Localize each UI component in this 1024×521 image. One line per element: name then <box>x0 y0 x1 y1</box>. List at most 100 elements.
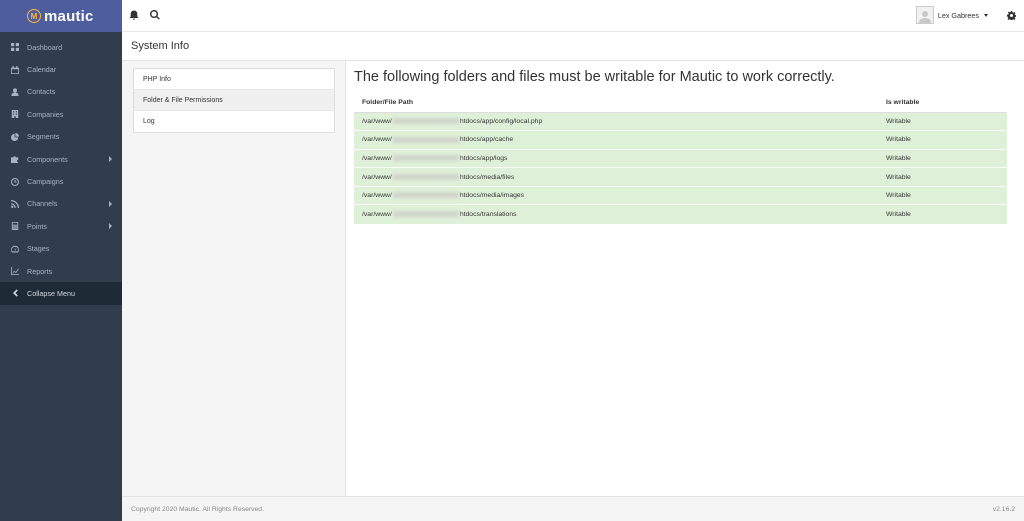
mautic-logo-icon: M <box>27 9 41 23</box>
sidebar-item-dashboard[interactable]: Dashboard <box>0 36 122 58</box>
sidebar-item-components[interactable]: Components <box>0 148 122 170</box>
collapse-menu-button[interactable]: Collapse Menu <box>0 282 122 305</box>
sidebar-item-label: Companies <box>27 109 64 119</box>
bell-icon[interactable] <box>129 10 139 20</box>
path-prefix: /var/www/ <box>362 136 392 144</box>
writable-status: Writable <box>878 185 1007 205</box>
sidebar-item-label: Reports <box>27 266 53 276</box>
path-cell: /var/www/htdocs/media/files <box>354 167 878 187</box>
sidebar-item-label: Points <box>27 221 47 231</box>
sidebar-item-calendar[interactable]: Calendar <box>0 58 122 80</box>
sidebar: M mautic Dashboard Calendar Contacts Com… <box>0 0 122 521</box>
tachometer-icon <box>10 244 20 254</box>
calculator-icon <box>10 221 20 231</box>
line-chart-icon <box>10 266 20 276</box>
tab-log[interactable]: Log <box>134 111 334 132</box>
sidebar-item-campaigns[interactable]: Campaigns <box>0 170 122 192</box>
chevron-right-icon <box>109 223 112 230</box>
brand-logo-link[interactable]: M mautic <box>0 0 122 32</box>
user-icon <box>10 87 20 97</box>
path-prefix: /var/www/ <box>362 173 392 181</box>
path-suffix: htdocs/translations <box>459 211 517 219</box>
sidebar-item-label: Contacts <box>27 87 56 97</box>
sidebar-item-label: Calendar <box>27 65 57 75</box>
path-cell: /var/www/htdocs/app/cache <box>354 130 878 150</box>
path-suffix: htdocs/app/config/local.php <box>459 117 543 125</box>
table-row: /var/www/htdocs/app/logs Writable <box>354 148 1007 168</box>
clock-icon <box>10 177 20 187</box>
collapse-menu-label: Collapse Menu <box>27 288 75 298</box>
main-nav: Dashboard Calendar Contacts Companies Se… <box>0 32 122 305</box>
permissions-panel: The following folders and files must be … <box>347 61 1024 496</box>
rss-icon <box>10 199 20 209</box>
path-prefix: /var/www/ <box>362 211 392 219</box>
path-suffix: htdocs/media/images <box>459 192 525 200</box>
sidebar-item-label: Segments <box>27 132 60 142</box>
chevron-right-icon <box>109 200 112 207</box>
table-row: /var/www/htdocs/translations Writable <box>354 204 1007 224</box>
permissions-table: Folder/File Path Is writable /var/www/ht… <box>354 94 1007 224</box>
path-suffix: htdocs/app/cache <box>459 136 514 144</box>
settings-sidebar: PHP Info Folder & File Permissions Log <box>122 61 346 496</box>
puzzle-icon <box>10 154 20 164</box>
sidebar-item-points[interactable]: Points <box>0 215 122 237</box>
redacted-domain <box>392 211 459 218</box>
path-prefix: /var/www/ <box>362 192 392 200</box>
sidebar-item-channels[interactable]: Channels <box>0 193 122 215</box>
user-name: Lex Gabrees <box>937 10 979 20</box>
sidebar-item-label: Campaigns <box>27 177 64 187</box>
path-prefix: /var/www/ <box>362 154 392 162</box>
section-heading: The following folders and files must be … <box>354 69 835 85</box>
version-text: v2.16.2 <box>992 505 1015 513</box>
copyright-text: Copyright 2020 Mautic. All Rights Reserv… <box>131 505 264 513</box>
writable-status: Writable <box>878 111 1007 131</box>
chevron-right-icon <box>109 155 112 162</box>
main-content: PHP Info Folder & File Permissions Log T… <box>122 61 1024 496</box>
sidebar-item-label: Components <box>27 154 68 164</box>
top-navbar: Lex Gabrees <box>122 0 1024 32</box>
table-header-row: Folder/File Path Is writable <box>354 94 1007 113</box>
system-info-tabs: PHP Info Folder & File Permissions Log <box>133 68 335 133</box>
redacted-domain <box>392 155 459 162</box>
redacted-domain <box>392 118 459 124</box>
writable-status: Writable <box>878 130 1007 150</box>
path-cell: /var/www/htdocs/media/images <box>354 185 878 205</box>
dashboard-icon <box>10 42 20 52</box>
table-row: /var/www/htdocs/media/files Writable <box>354 167 1007 187</box>
avatar <box>915 6 934 24</box>
footer: Copyright 2020 Mautic. All Rights Reserv… <box>122 496 1024 521</box>
path-cell: /var/www/htdocs/app/logs <box>354 148 878 168</box>
building-icon <box>10 109 20 119</box>
writable-status: Writable <box>878 204 1007 224</box>
sidebar-item-label: Channels <box>27 199 58 209</box>
calendar-icon <box>10 65 20 75</box>
chevron-left-icon <box>10 288 20 298</box>
page-title: System Info <box>131 40 190 52</box>
writable-status: Writable <box>878 167 1007 187</box>
redacted-domain <box>392 136 459 143</box>
sidebar-item-stages[interactable]: Stages <box>0 238 122 260</box>
redacted-domain <box>392 192 459 199</box>
pie-icon <box>10 132 20 142</box>
user-menu[interactable]: Lex Gabrees <box>915 6 988 24</box>
sidebar-item-companies[interactable]: Companies <box>0 103 122 125</box>
tab-php-info[interactable]: PHP Info <box>134 69 334 90</box>
sidebar-item-segments[interactable]: Segments <box>0 126 122 148</box>
sidebar-item-contacts[interactable]: Contacts <box>0 81 122 103</box>
table-row: /var/www/htdocs/app/cache Writable <box>354 130 1007 150</box>
sidebar-item-reports[interactable]: Reports <box>0 260 122 282</box>
page-header: System Info <box>122 32 1024 61</box>
path-suffix: htdocs/media/files <box>459 173 515 181</box>
table-row: /var/www/htdocs/media/images Writable <box>354 185 1007 205</box>
brand-name: mautic <box>44 7 94 25</box>
path-suffix: htdocs/app/logs <box>459 154 508 162</box>
tab-folder-file-permissions[interactable]: Folder & File Permissions <box>134 90 334 111</box>
gear-icon[interactable] <box>1007 11 1017 21</box>
path-prefix: /var/www/ <box>362 117 392 125</box>
caret-down-icon <box>984 13 988 17</box>
path-cell: /var/www/htdocs/app/config/local.php <box>354 111 878 131</box>
column-header-path: Folder/File Path <box>354 94 878 113</box>
search-icon[interactable] <box>150 9 160 20</box>
sidebar-item-label: Stages <box>27 244 50 254</box>
sidebar-item-label: Dashboard <box>27 42 63 52</box>
